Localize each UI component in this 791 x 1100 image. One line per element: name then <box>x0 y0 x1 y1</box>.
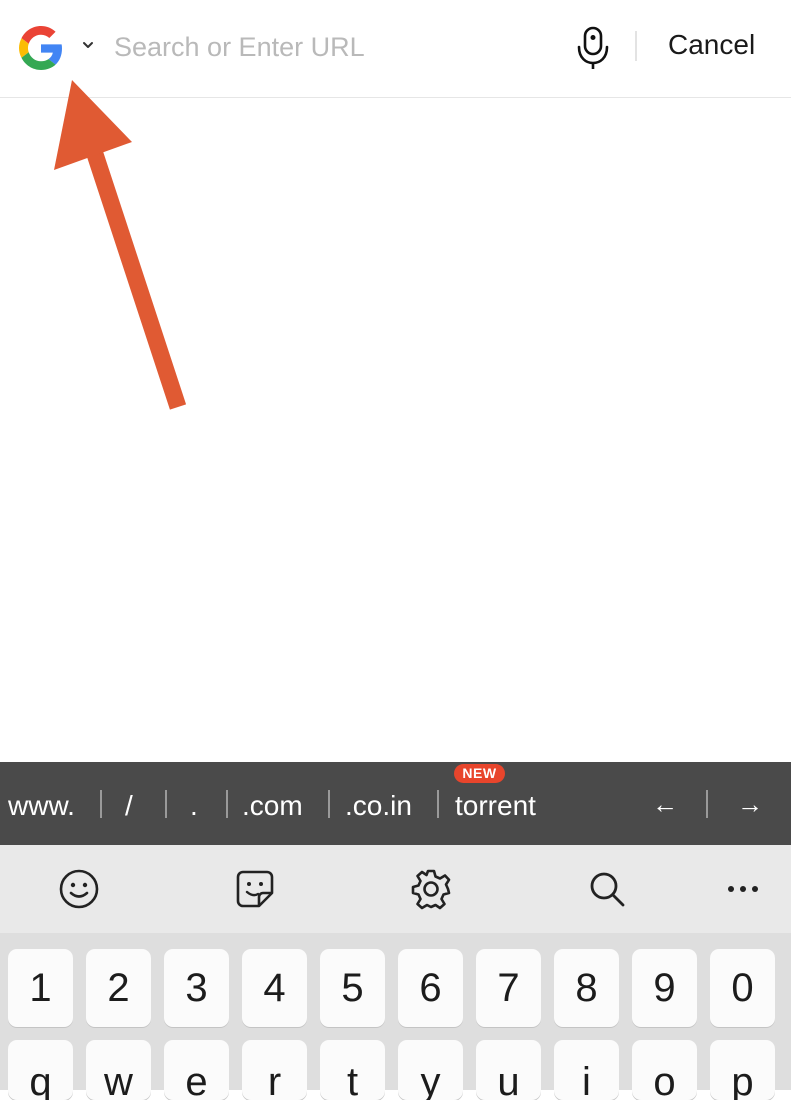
cursor-left-button[interactable]: ← <box>652 789 678 820</box>
sticker-icon[interactable] <box>233 867 277 911</box>
key-t[interactable]: t <box>320 1040 385 1100</box>
key-0[interactable]: 0 <box>710 949 775 1027</box>
cancel-button[interactable]: Cancel <box>668 29 755 61</box>
key-1[interactable]: 1 <box>8 949 73 1027</box>
divider <box>635 31 637 61</box>
divider <box>165 790 167 818</box>
search-icon[interactable] <box>585 867 629 911</box>
key-7[interactable]: 7 <box>476 949 541 1027</box>
suggestion-dot[interactable]: . <box>190 790 198 822</box>
settings-gear-icon[interactable] <box>409 867 453 911</box>
more-icon[interactable] <box>721 867 765 911</box>
key-e[interactable]: e <box>164 1040 229 1100</box>
suggestion-co-in[interactable]: .co.in <box>345 790 412 822</box>
key-y[interactable]: y <box>398 1040 463 1100</box>
key-w[interactable]: w <box>86 1040 151 1100</box>
suggestion-torrent[interactable]: torrent <box>455 790 536 822</box>
microphone-icon[interactable] <box>576 25 610 71</box>
key-6[interactable]: 6 <box>398 949 463 1027</box>
suggestion-com[interactable]: .com <box>242 790 303 822</box>
emoji-icon[interactable] <box>57 867 101 911</box>
key-r[interactable]: r <box>242 1040 307 1100</box>
divider <box>328 790 330 818</box>
divider <box>706 790 708 818</box>
key-u[interactable]: u <box>476 1040 541 1100</box>
divider <box>437 790 439 818</box>
cursor-right-button[interactable]: → <box>737 789 763 820</box>
annotation-arrow-icon <box>54 80 187 410</box>
suggestion-www[interactable]: www. <box>8 790 75 822</box>
url-suggestion-bar: www. / . .com .co.in torrent ← → <box>0 762 791 845</box>
keyboard-toolbar <box>0 845 791 933</box>
key-p[interactable]: p <box>710 1040 775 1100</box>
keyboard: 1 2 3 4 5 6 7 8 9 0 q w e r t y u i o p <box>0 933 791 1100</box>
key-9[interactable]: 9 <box>632 949 697 1027</box>
key-8[interactable]: 8 <box>554 949 619 1027</box>
search-input[interactable] <box>114 27 534 67</box>
chevron-down-icon[interactable] <box>80 38 96 52</box>
google-g-icon[interactable] <box>19 26 63 70</box>
key-4[interactable]: 4 <box>242 949 307 1027</box>
key-q[interactable]: q <box>8 1040 73 1100</box>
divider <box>100 790 102 818</box>
key-2[interactable]: 2 <box>86 949 151 1027</box>
new-badge: NEW <box>454 764 505 783</box>
key-i[interactable]: i <box>554 1040 619 1100</box>
key-o[interactable]: o <box>632 1040 697 1100</box>
key-3[interactable]: 3 <box>164 949 229 1027</box>
divider <box>226 790 228 818</box>
suggestion-slash[interactable]: / <box>125 790 133 822</box>
key-5[interactable]: 5 <box>320 949 385 1027</box>
